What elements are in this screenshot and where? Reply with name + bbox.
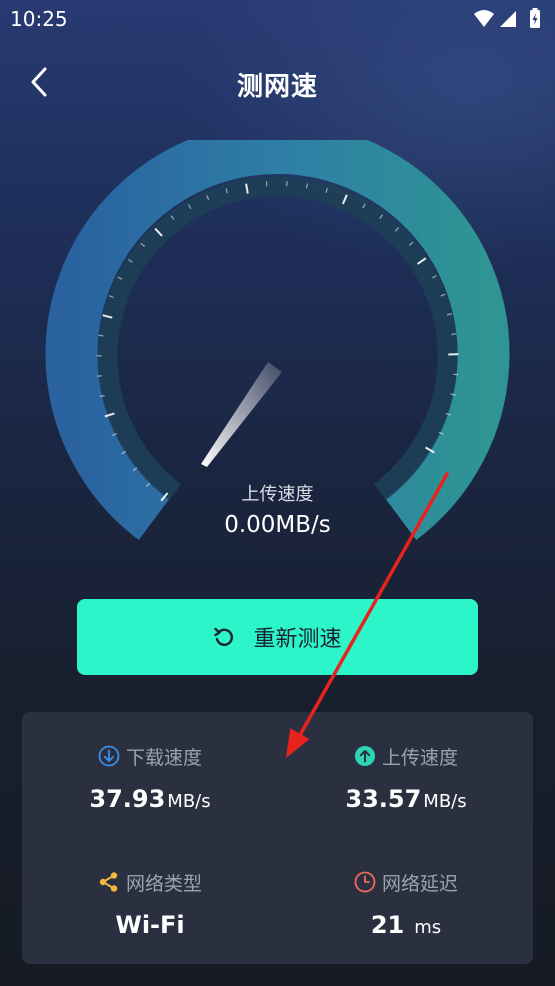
status-time: 10:25 [10,7,68,31]
stats-card: 下载速度 37.93 MB/s 上传速度 33.57 MB/s 网络类型 Wi-… [22,712,533,964]
stat-network-type-value: Wi-Fi [115,911,185,939]
status-icons [474,8,540,28]
upload-circle-icon [354,746,375,766]
stat-latency-unit: ms [414,917,442,938]
gauge-label: 上传速度 [241,484,314,505]
stat-upload-unit: MB/s [423,791,467,812]
stat-upload: 上传速度 33.57 MB/s [278,741,534,851]
share-nodes-icon [99,872,118,892]
stat-network-type-label: 网络类型 [125,872,202,895]
clock-icon [354,871,376,893]
status-bar: 10:25 [0,0,555,40]
stat-latency-value: 21 [370,911,405,939]
download-circle-icon [98,745,120,767]
gauge-tick [451,333,457,336]
retest-button[interactable]: 重新测速 [77,599,478,675]
page-title: 测网速 [236,72,318,102]
gauge-tick [98,334,104,337]
stat-upload-label: 上传速度 [381,746,458,769]
stat-download-unit: MB/s [167,791,211,812]
stat-download-label: 下载速度 [125,746,202,769]
stat-latency-label: 网络延迟 [381,872,458,895]
header: 测网速 [0,58,555,108]
stat-download-value: 37.93 [89,785,166,813]
stat-upload-value: 33.57 [345,785,422,813]
refresh-icon [214,627,234,646]
cellular-signal-icon [500,11,516,27]
stat-network-type: 网络类型 Wi-Fi [22,867,278,977]
gauge-needle [201,362,282,467]
stat-download: 下载速度 37.93 MB/s [22,741,278,851]
retest-label: 重新测速 [253,627,342,652]
stat-latency: 网络延迟 21 ms [278,867,534,977]
battery-icon [530,8,540,28]
wifi-icon [474,10,494,27]
gauge-value: 0.00MB/s [224,512,331,538]
